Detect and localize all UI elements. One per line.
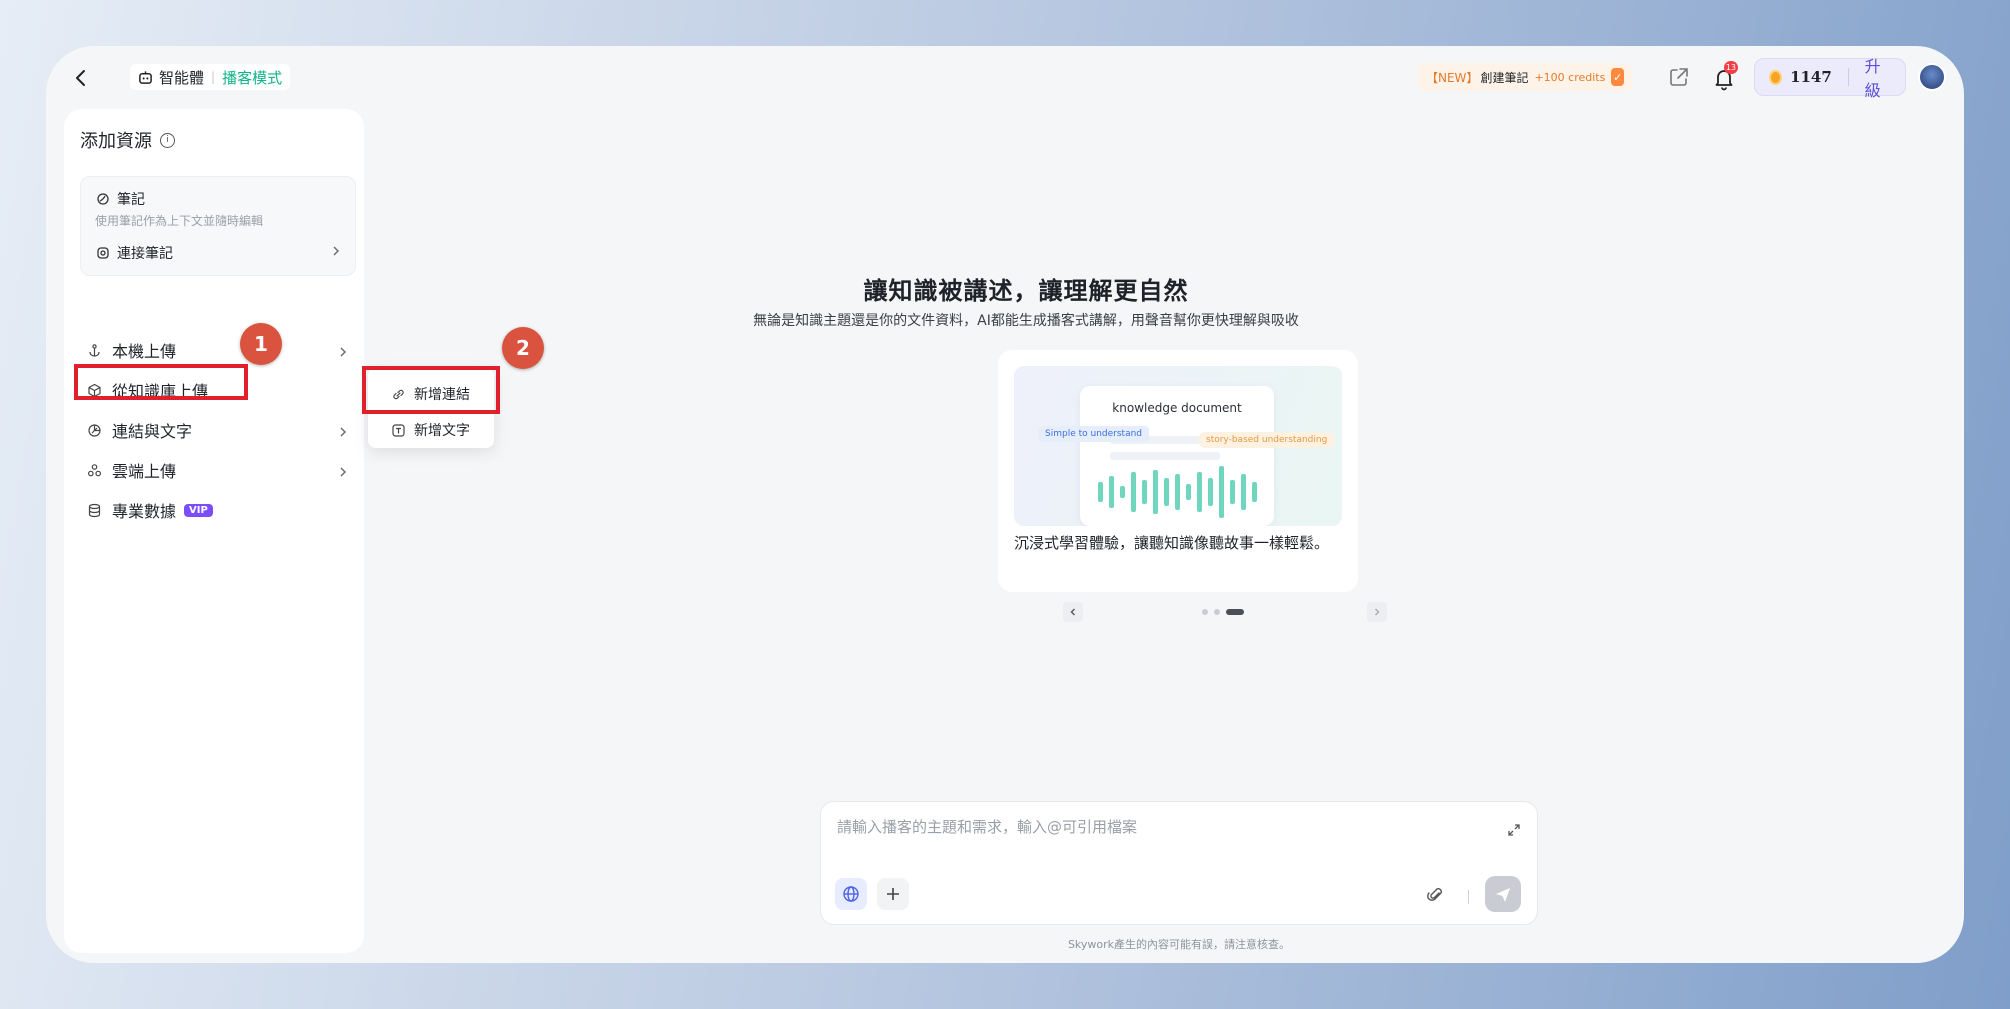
expand-icon[interactable] bbox=[1507, 822, 1521, 841]
globe-icon bbox=[843, 886, 859, 902]
sidebar-title: 添加資源 bbox=[80, 131, 152, 152]
sidebar-item-label: 雲端上傳 bbox=[112, 462, 177, 481]
sidebar-item-label: 連結與文字 bbox=[112, 422, 193, 441]
connect-icon bbox=[95, 245, 111, 261]
promo-text: 創建筆記 bbox=[1480, 70, 1529, 85]
chevron-right-icon bbox=[338, 343, 348, 362]
step-marker-1: 1 bbox=[240, 323, 282, 365]
prompt-composer[interactable]: 請輸入播客的主題和需求，輸入@可引用檔案 bbox=[820, 801, 1538, 925]
carousel-next-button[interactable] bbox=[1367, 602, 1387, 622]
promo-credits: +100 credits bbox=[1534, 70, 1606, 84]
anchor-icon bbox=[86, 342, 102, 358]
highlight-box-link-text bbox=[74, 364, 248, 400]
waveform-graphic bbox=[1098, 436, 1257, 518]
chevron-right-icon bbox=[331, 245, 341, 261]
sidebar-item-link-text[interactable]: 連結與文字 bbox=[80, 413, 356, 447]
upgrade-button[interactable]: 升級 bbox=[1865, 53, 1891, 101]
note-card-header: 筆記 bbox=[95, 189, 341, 209]
highlight-box-add-link bbox=[362, 366, 500, 414]
database-icon bbox=[86, 502, 102, 518]
chevron-left-icon bbox=[76, 70, 85, 86]
chevron-right-icon bbox=[338, 463, 348, 482]
gift-icon: ✓ bbox=[1611, 68, 1624, 86]
paperclip-icon[interactable] bbox=[1427, 886, 1445, 908]
app-window: 智能體 | 播客模式 【NEW】 創建筆記 +100 credits ✓ 13 … bbox=[46, 46, 1964, 963]
hero-title: 讓知識被講述，讓理解更自然 bbox=[863, 277, 1189, 305]
pill-story: story-based understanding bbox=[1198, 432, 1336, 448]
sidebar-item-label: 專業數據 bbox=[112, 502, 177, 521]
notification-badge: 13 bbox=[1723, 61, 1738, 74]
document-preview: knowledge document bbox=[1080, 386, 1274, 526]
carousel-dot[interactable] bbox=[1202, 609, 1208, 615]
coin-icon bbox=[1769, 69, 1783, 85]
link-text-icon bbox=[86, 422, 102, 438]
sidebar-item-local-upload[interactable]: 本機上傳 bbox=[80, 333, 356, 367]
chevron-right-icon bbox=[338, 423, 348, 442]
note-title: 筆記 bbox=[117, 192, 145, 208]
text-icon bbox=[390, 422, 406, 438]
carousel-dot[interactable] bbox=[1214, 609, 1220, 615]
connect-note-button[interactable]: 連接筆記 bbox=[95, 243, 341, 263]
vip-badge: VIP bbox=[184, 503, 213, 517]
sidebar-item-pro-data[interactable]: 專業數據 VIP bbox=[80, 493, 356, 527]
info-icon[interactable]: i bbox=[160, 132, 175, 148]
promo-tag: 【NEW】 bbox=[1426, 70, 1479, 85]
breadcrumb-agent[interactable]: 智能體 bbox=[159, 67, 204, 88]
credits-divider bbox=[1847, 68, 1849, 86]
chevron-right-icon bbox=[1375, 608, 1380, 616]
avatar[interactable] bbox=[1918, 63, 1946, 91]
sidebar-item-cloud-upload[interactable]: 雲端上傳 bbox=[80, 453, 356, 487]
breadcrumb: 智能體 | 播客模式 bbox=[130, 64, 291, 90]
disclaimer: Skywork產生的內容可能有誤，請注意核查。 bbox=[1067, 938, 1291, 951]
prompt-input[interactable]: 請輸入播客的主題和需求，輸入@可引用檔案 bbox=[837, 816, 1137, 837]
external-link-icon bbox=[1670, 68, 1688, 86]
sidebar-item-label: 本機上傳 bbox=[112, 342, 177, 361]
cloud-icon bbox=[86, 462, 102, 478]
add-attachment-button[interactable] bbox=[877, 878, 909, 910]
step-marker-2: 2 bbox=[502, 327, 544, 369]
robot-icon bbox=[138, 70, 153, 85]
chevron-left-icon bbox=[1070, 608, 1075, 616]
share-button[interactable] bbox=[1666, 64, 1692, 90]
feature-illustration: knowledge document Simple to understand … bbox=[1014, 366, 1342, 526]
feature-card: knowledge document Simple to understand … bbox=[998, 350, 1358, 592]
connect-note-label: 連接筆記 bbox=[117, 246, 173, 262]
note-subtitle: 使用筆記作為上下文並隨時編輯 bbox=[95, 214, 264, 228]
notifications-button[interactable]: 13 bbox=[1710, 61, 1738, 92]
send-icon bbox=[1496, 888, 1510, 902]
feature-caption: 沉浸式學習體驗，讓聽知識像聽故事一樣輕鬆。 bbox=[1014, 534, 1330, 552]
composer-divider bbox=[1468, 890, 1469, 904]
note-icon bbox=[95, 191, 111, 207]
note-card: 筆記 使用筆記作為上下文並隨時編輯 連接筆記 bbox=[80, 176, 356, 276]
credits-value: 1147 bbox=[1790, 68, 1832, 86]
promo-banner[interactable]: 【NEW】 創建筆記 +100 credits ✓ bbox=[1418, 63, 1632, 91]
sidebar-header: 添加資源 i bbox=[80, 127, 175, 153]
pill-simple: Simple to understand bbox=[1038, 426, 1149, 442]
carousel-dot-active[interactable] bbox=[1226, 609, 1244, 615]
carousel-dots bbox=[1202, 609, 1244, 615]
plus-icon bbox=[887, 888, 899, 900]
web-search-toggle[interactable] bbox=[835, 878, 867, 910]
resource-sidebar: 添加資源 i 筆記 使用筆記作為上下文並隨時編輯 連接筆記 本機上傳 從知識庫上… bbox=[64, 109, 364, 953]
back-button[interactable] bbox=[66, 63, 96, 93]
menu-item-label: 新增文字 bbox=[414, 423, 470, 439]
carousel-prev-button[interactable] bbox=[1063, 602, 1083, 622]
send-button[interactable] bbox=[1485, 876, 1521, 912]
credits-panel[interactable]: 1147 升級 bbox=[1754, 57, 1906, 100]
menu-item-add-text[interactable]: 新增文字 bbox=[368, 412, 494, 448]
breadcrumb-separator: | bbox=[211, 70, 216, 84]
breadcrumb-mode[interactable]: 播客模式 bbox=[222, 67, 282, 88]
hero-subtitle: 無論是知識主題還是你的文件資料，AI都能生成播客式講解，用聲音幫你更快理解與吸收 bbox=[753, 313, 1299, 329]
